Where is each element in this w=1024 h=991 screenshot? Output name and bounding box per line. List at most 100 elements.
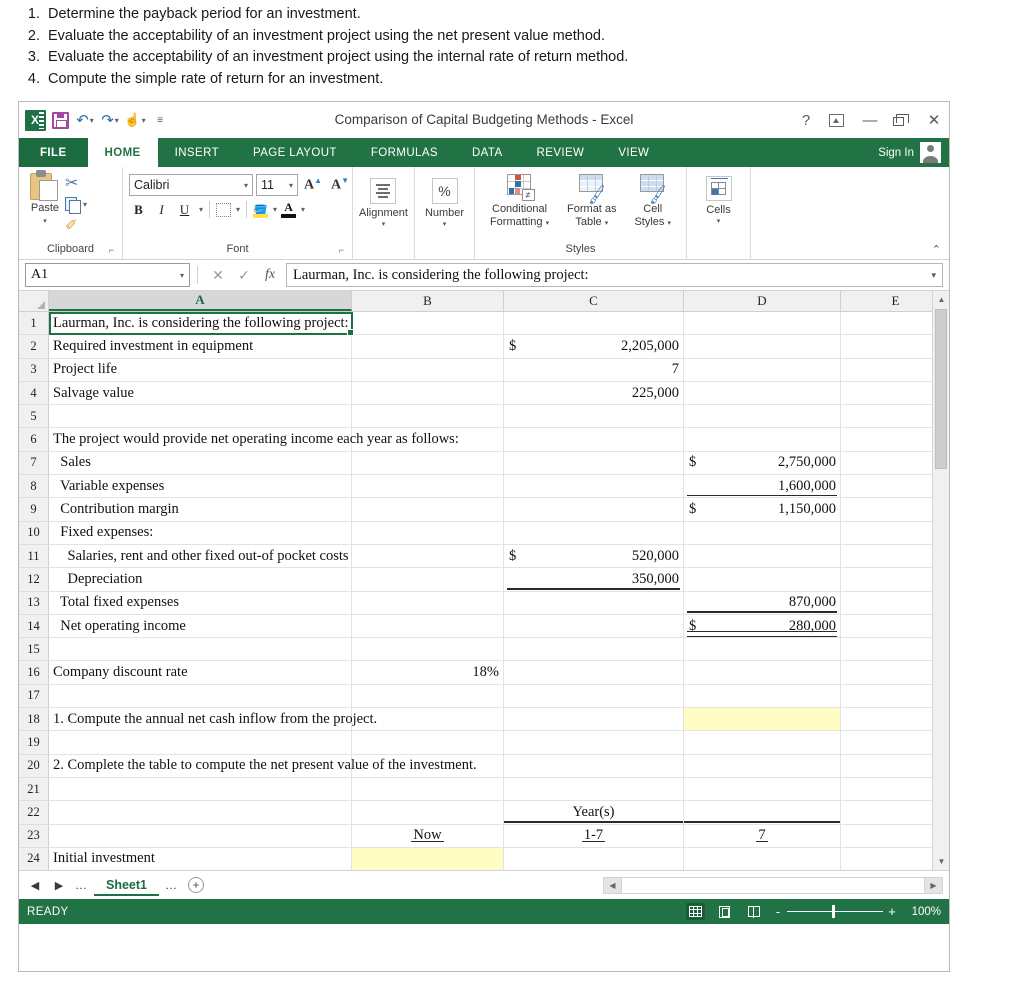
zoom-track[interactable] — [787, 904, 883, 918]
tab-formulas[interactable]: FORMULAS — [354, 138, 455, 167]
chevron-down-icon[interactable]: ▾ — [83, 200, 87, 209]
scroll-right-icon[interactable]: ▶ — [925, 877, 942, 893]
sheet-tab-sheet1[interactable]: Sheet1 — [94, 875, 159, 896]
cell-A11[interactable]: Salaries, rent and other fixed out-of po… — [49, 544, 352, 569]
tab-home[interactable]: HOME — [87, 138, 158, 167]
fill-color-icon[interactable]: 🪣 — [253, 202, 269, 218]
chevron-down-icon[interactable]: ▾ — [180, 271, 184, 280]
touch-mode-icon[interactable]: ☝ ▾ — [124, 107, 146, 133]
row-header-2[interactable]: 2 — [19, 335, 49, 359]
row-header-14[interactable]: 14 — [19, 614, 49, 639]
row-header-5[interactable]: 5 — [19, 405, 49, 429]
cell-A12[interactable]: Depreciation — [49, 568, 352, 592]
row-header-22[interactable]: 22 — [19, 801, 49, 825]
normal-view-icon[interactable] — [686, 903, 705, 920]
name-box[interactable]: A1 ▾ — [25, 263, 190, 287]
cell-B15[interactable] — [352, 638, 504, 662]
percent-icon[interactable]: % — [431, 178, 458, 204]
cell-A22[interactable] — [49, 801, 352, 825]
cell-C9[interactable] — [504, 498, 684, 522]
scroll-left-icon[interactable]: ◀ — [604, 877, 621, 893]
horizontal-scroll-track[interactable] — [621, 877, 925, 893]
cell-C23[interactable]: 1-7 — [504, 824, 684, 848]
confirm-entry-icon[interactable]: ✓ — [231, 267, 257, 284]
cell-B24[interactable] — [352, 847, 504, 870]
cell-D23[interactable]: 7 — [684, 824, 841, 848]
sign-in-area[interactable]: Sign In — [878, 138, 949, 167]
cell-A1[interactable]: Laurman, Inc. is considering the followi… — [49, 312, 352, 336]
cell-C17[interactable] — [504, 684, 684, 709]
row-header-23[interactable]: 23 — [19, 824, 49, 848]
vertical-scroll-thumb[interactable] — [935, 309, 947, 469]
restore-icon[interactable] — [893, 113, 911, 126]
scroll-down-icon[interactable]: ▼ — [933, 853, 949, 870]
cell-D13[interactable]: 870,000 — [684, 591, 841, 615]
cell-B8[interactable] — [352, 475, 504, 499]
cell-C4[interactable]: 225,000 — [504, 381, 684, 406]
vertical-scrollbar[interactable]: ▲ ▼ — [932, 291, 949, 870]
cell-B3[interactable] — [352, 358, 504, 382]
cell-D10[interactable] — [684, 521, 841, 545]
cell-A17[interactable] — [49, 684, 352, 709]
cell-D5[interactable] — [684, 405, 841, 429]
page-break-preview-icon[interactable] — [744, 903, 763, 920]
cell-D17[interactable] — [684, 684, 841, 709]
cell-A13[interactable]: Total fixed expenses — [49, 591, 352, 615]
cell-C1[interactable] — [504, 312, 684, 336]
avatar[interactable] — [920, 142, 941, 163]
chevron-down-icon[interactable]: ▾ — [43, 216, 47, 229]
row-header-10[interactable]: 10 — [19, 521, 49, 545]
cell-C20[interactable] — [504, 754, 684, 778]
format-as-table-button[interactable]: 🖌 Format as Table ▾ — [562, 174, 622, 230]
cell-C3[interactable]: 7 — [504, 358, 684, 382]
cell-D4[interactable] — [684, 381, 841, 406]
cell-D9[interactable]: $1,150,000 — [684, 498, 841, 522]
sheet-overflow-right-icon[interactable]: … — [163, 878, 180, 892]
cell-B2[interactable] — [352, 335, 504, 359]
cell-A16[interactable]: Company discount rate — [49, 661, 352, 685]
spreadsheet-grid[interactable]: ABCDE 1 Laurman, Inc. is considering the … — [19, 291, 949, 870]
cell-D15[interactable] — [684, 638, 841, 662]
row-header-17[interactable]: 17 — [19, 684, 49, 709]
cell-C6[interactable] — [504, 428, 684, 452]
cell-C18[interactable] — [504, 708, 684, 732]
row-header-12[interactable]: 12 — [19, 568, 49, 592]
tab-view[interactable]: VIEW — [601, 138, 666, 167]
zoom-thumb[interactable] — [832, 904, 835, 918]
expand-formula-bar-icon[interactable]: ▾ — [931, 270, 936, 281]
dialog-launcher-icon[interactable]: ⌐ — [339, 243, 344, 258]
italic-button[interactable]: I — [152, 202, 171, 218]
column-header-a[interactable]: A — [49, 291, 352, 311]
collapse-ribbon-icon[interactable]: ⌃ — [932, 243, 941, 256]
row-header-21[interactable]: 21 — [19, 777, 49, 802]
cell-B17[interactable] — [352, 684, 504, 709]
cell-A2[interactable]: Required investment in equipment — [49, 335, 352, 359]
cell-D12[interactable] — [684, 568, 841, 592]
select-all-corner[interactable] — [19, 291, 49, 311]
cell-A7[interactable]: Sales — [49, 451, 352, 476]
column-header-d[interactable]: D — [684, 291, 841, 311]
row-header-13[interactable]: 13 — [19, 591, 49, 615]
cell-A24[interactable]: Initial investment — [49, 847, 352, 870]
cell-D6[interactable] — [684, 428, 841, 452]
font-size-input[interactable]: 11 ▾ — [256, 174, 298, 196]
cell-A4[interactable]: Salvage value — [49, 381, 352, 406]
tab-insert[interactable]: INSERT — [158, 138, 236, 167]
page-layout-icon[interactable] — [715, 903, 734, 920]
cell-A23[interactable] — [49, 824, 352, 848]
underline-button[interactable]: U — [175, 202, 194, 218]
zoom-out-button[interactable]: - — [773, 904, 783, 919]
formula-input[interactable]: Laurman, Inc. is considering the followi… — [286, 263, 943, 287]
last-sheet-icon[interactable]: ▶ — [49, 879, 69, 892]
cell-A19[interactable] — [49, 731, 352, 755]
chevron-down-icon[interactable]: ▾ — [236, 205, 240, 214]
row-header-7[interactable]: 7 — [19, 451, 49, 476]
cell-A14[interactable]: Net operating income — [49, 614, 352, 639]
row-header-9[interactable]: 9 — [19, 498, 49, 522]
cell-D14[interactable]: $280,000 — [684, 614, 841, 639]
column-header-b[interactable]: B — [352, 291, 504, 311]
cell-D11[interactable] — [684, 544, 841, 569]
cell-C5[interactable] — [504, 405, 684, 429]
new-sheet-icon[interactable]: + — [188, 877, 204, 893]
cell-C22[interactable]: Year(s) — [504, 801, 684, 825]
